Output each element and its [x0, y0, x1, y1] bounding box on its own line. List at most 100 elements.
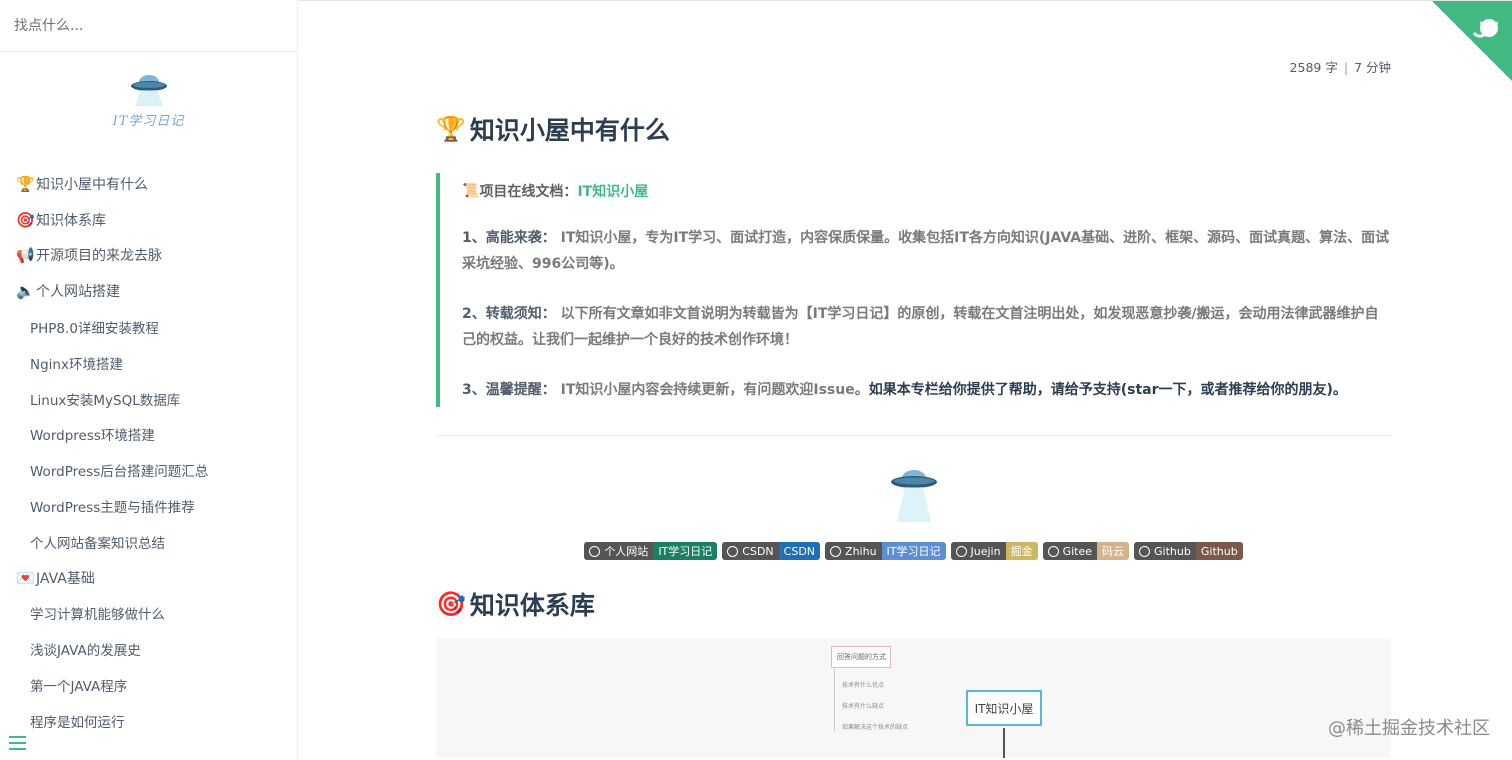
p1-label: 1、高能来袭： — [462, 230, 556, 246]
sidebar-item[interactable]: WordPress后台搭建问题汇总 — [0, 452, 297, 488]
badge-row: 个人网站 IT学习日记 CSDN CSDN Zhihu IT学习日记 Juejin 掘金 Git… — [436, 542, 1391, 560]
read-time: 7 分钟 — [1354, 60, 1391, 75]
cc-icon — [589, 545, 601, 557]
section-heading-knowledge-system[interactable]: 🎯 知识体系库 — [436, 576, 1391, 632]
badge-left-text: 个人网站 — [604, 545, 649, 558]
badge-left: Juejin — [950, 542, 1006, 560]
badge-left: 个人网站 — [584, 542, 654, 560]
p2-label: 2、转载须知： — [462, 306, 556, 322]
quote-title-prefix: 项目在线文档： — [479, 184, 578, 200]
badge-left: Gitee — [1042, 542, 1098, 560]
site-logo[interactable]: IT学习日记 — [0, 52, 297, 160]
sidebar-item-label: 开源项目的来龙去脉 — [36, 248, 162, 265]
online-docs-link[interactable]: IT知识小屋 — [577, 181, 648, 201]
sidebar-item[interactable]: PHP8.0详细安装教程 — [0, 309, 297, 345]
sidebar-item-label: WordPress后台搭建问题汇总 — [30, 464, 209, 481]
sidebar-nav: 🏆 知识小屋中有什么 🎯 知识体系库 📢 开源项目的来龙去脉 🔈 个人网站搭建 PHP8.0详细… — [0, 160, 297, 739]
sidebar-item-emoji-icon: 📢 — [16, 246, 35, 265]
ufo-logo-icon — [130, 75, 167, 106]
sidebar-item[interactable]: WordPress主题与插件推荐 — [0, 488, 297, 524]
sidebar-item[interactable]: 第一个JAVA程序 — [0, 667, 297, 703]
badge-link[interactable]: CSDN CSDN — [722, 542, 821, 560]
gitee-icon — [1047, 545, 1059, 557]
menu-toggle-icon[interactable] — [9, 736, 26, 750]
badge-right-text: 掘金 — [1005, 542, 1038, 560]
sidebar-item-label: 第一个JAVA程序 — [30, 679, 128, 696]
reading-meta: 2589 字 | 7 分钟 — [1290, 57, 1391, 76]
meta-separator: | — [1343, 60, 1349, 75]
sidebar-item[interactable]: 🎯 知识体系库 — [0, 202, 297, 238]
badge-left-text: CSDN — [742, 544, 774, 558]
sidebar-item[interactable]: Wordpress环境搭建 — [0, 417, 297, 453]
p3-text: IT知识小屋内容会持续更新，有问题欢迎Issue。 — [555, 382, 869, 398]
sidebar-item-label: 个人网站备案知识总结 — [30, 535, 165, 552]
sidebar-item-label: 个人网站搭建 — [36, 284, 120, 301]
sidebar-item-label: 知识体系库 — [36, 212, 106, 229]
badge-left-text: Gitee — [1062, 544, 1093, 558]
quote-paragraph-3: 3、温馨提醒： IT知识小屋内容会持续更新，有问题欢迎Issue。如果本专栏给你… — [462, 377, 1391, 403]
sidebar-item-emoji-icon: 🏆 — [16, 174, 35, 193]
section-title: 知识体系库 — [469, 591, 595, 620]
mindmap-image: 回答问题的方式 技术有什么优点 技术有什么缺点 如果解决这个技术的缺点 IT知识… — [436, 638, 1391, 758]
watermark: @稀土掘金技术社区 — [1328, 718, 1490, 739]
sidebar-item[interactable]: Linux安装MySQL数据库 — [0, 381, 297, 417]
logo-text: IT学习日记 — [112, 114, 185, 129]
badge-link[interactable]: Gitee 码云 — [1042, 542, 1130, 560]
sidebar-item[interactable]: 浅谈JAVA的发展史 — [0, 631, 297, 667]
sidebar-item-label: 浅谈JAVA的发展史 — [30, 643, 141, 660]
section-heading-knowledge-house[interactable]: 🏆 知识小屋中有什么 — [436, 101, 1391, 157]
sidebar-item-label: JAVA基础 — [36, 570, 95, 587]
mindmap-box: 回答问题的方式 — [831, 646, 891, 668]
search-input[interactable] — [14, 17, 283, 34]
sidebar-item[interactable]: 程序是如何运行 — [0, 703, 297, 739]
divider — [436, 435, 1391, 436]
ufo-image — [436, 466, 1391, 526]
sidebar-item-label: WordPress主题与插件推荐 — [30, 500, 195, 517]
quote-title: 📜 项目在线文档： IT知识小屋 — [462, 181, 1391, 201]
badge-link[interactable]: Juejin 掘金 — [950, 542, 1038, 560]
sidebar-item-label: 学习计算机能够做什么 — [30, 607, 165, 624]
badge-right-text: IT学习日记 — [881, 542, 946, 560]
csdn-icon — [727, 545, 739, 557]
p3-strong: 如果本专栏给你提供了帮助，请给予支持(star一下，或者推荐给你的朋友)。 — [868, 382, 1347, 398]
mindmap-node: 技术有什么优点 — [842, 682, 885, 689]
badge-left: Github — [1134, 542, 1196, 560]
sidebar-item[interactable]: 学习计算机能够做什么 — [0, 596, 297, 632]
sidebar-item[interactable]: 💌 JAVA基础 — [0, 560, 297, 596]
sidebar: IT学习日记 🏆知识小屋中有什么🎯知识体系库📢开源项目的来龙去脉🔈个人网站搭建P… — [0, 0, 298, 760]
sidebar-item[interactable]: 个人网站备案知识总结 — [0, 524, 297, 560]
trophy-icon: 🏆 — [436, 115, 466, 143]
sidebar-item[interactable]: 📢 开源项目的来龙去脉 — [0, 238, 297, 274]
sidebar-item[interactable]: 🔈 个人网站搭建 — [0, 273, 297, 309]
zhihu-icon — [830, 545, 842, 557]
sidebar-item-emoji-icon: 🔈 — [16, 282, 35, 301]
sidebar-item[interactable]: Nginx环境搭建 — [0, 345, 297, 381]
p1-text: IT知识小屋，专为IT学习、面试打造，内容保质保量。收集包括IT各方向知识(JA… — [462, 230, 1390, 272]
search-bar — [0, 0, 297, 52]
mindmap-node: 如果解决这个技术的缺点 — [842, 724, 909, 731]
sidebar-item-label: 知识小屋中有什么 — [36, 176, 148, 193]
badge-link[interactable]: 个人网站 IT学习日记 — [584, 542, 718, 560]
word-count: 2589 字 — [1289, 60, 1338, 75]
juejin-icon — [955, 545, 967, 557]
quote-paragraph-2: 2、转载须知： 以下所有文章如非文首说明为转载皆为【IT学习日记】的原创，转载在… — [462, 301, 1391, 353]
badge-link[interactable]: Zhihu IT学习日记 — [825, 542, 946, 560]
section-title: 知识小屋中有什么 — [469, 116, 670, 145]
github-corner-icon[interactable] — [1432, 1, 1512, 81]
ufo-icon — [890, 470, 937, 522]
sidebar-item-emoji-icon: 🎯 — [16, 210, 35, 229]
badge-right-text: Github — [1195, 542, 1243, 560]
sidebar-item-label: Wordpress环境搭建 — [30, 428, 155, 445]
target-icon: 🎯 — [436, 590, 466, 618]
sidebar-item[interactable]: 🏆 知识小屋中有什么 — [0, 166, 297, 202]
intro-blockquote: 📜 项目在线文档： IT知识小屋 1、高能来袭： IT知识小屋，专为IT学习、面… — [436, 173, 1391, 407]
sidebar-item-emoji-icon: 💌 — [16, 568, 35, 587]
badge-link[interactable]: Github Github — [1134, 542, 1243, 560]
badge-right-text: IT学习日记 — [653, 542, 718, 560]
badge-right-text: 码云 — [1097, 542, 1130, 560]
mindmap-node: 技术有什么缺点 — [842, 703, 885, 710]
sidebar-item-label: Linux安装MySQL数据库 — [30, 392, 181, 409]
quote-paragraph-1: 1、高能来袭： IT知识小屋，专为IT学习、面试打造，内容保质保量。收集包括IT… — [462, 225, 1391, 277]
badge-left-text: Zhihu — [845, 544, 877, 558]
article: 🏆 知识小屋中有什么 📜 项目在线文档： IT知识小屋 1、高能来袭： IT知识… — [436, 101, 1391, 758]
